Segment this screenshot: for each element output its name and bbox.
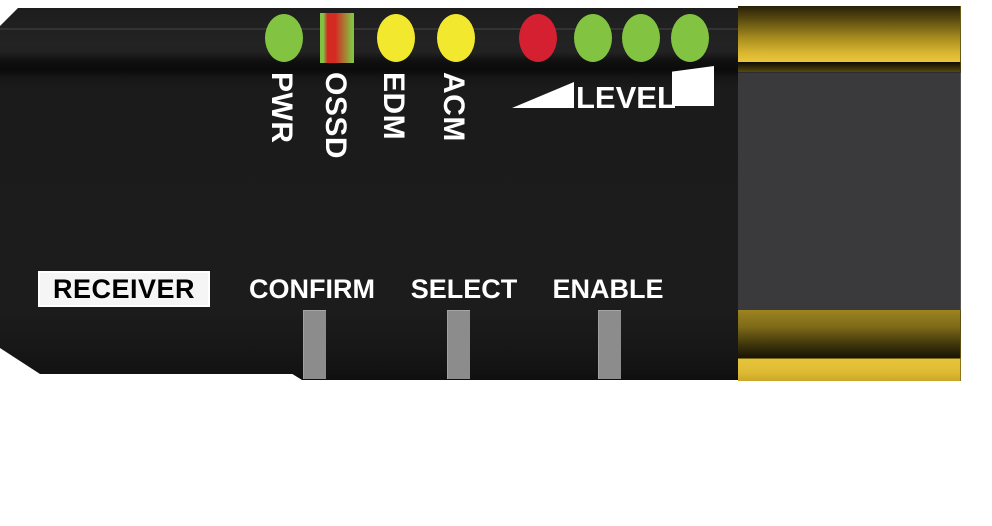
button-label-enable: ENABLE (552, 274, 664, 304)
led-ossd (320, 13, 354, 63)
indicator-label-pwr: PWR (265, 72, 298, 144)
button-select[interactable] (447, 310, 470, 379)
connector-gold-top-band (738, 6, 961, 62)
connector-gold-bottom-band (738, 310, 961, 358)
device-panel-diagram: PWR OSSD EDM ACM LEVEL RECEIVER CONFIRM SELE… (0, 0, 992, 526)
connector-face-panel (738, 72, 961, 311)
level-block-icon (672, 66, 714, 106)
led-level2 (574, 14, 612, 62)
connector-gold-top-shadow (738, 62, 961, 72)
led-level1 (519, 14, 557, 62)
device-body-upper (0, 8, 740, 374)
receiver-badge: RECEIVER (38, 271, 210, 307)
button-label-select: SELECT (410, 274, 518, 304)
indicator-label-edm: EDM (377, 72, 410, 141)
led-acm (437, 14, 475, 62)
led-pwr (265, 14, 303, 62)
indicator-label-ossd: OSSD (319, 72, 352, 160)
level-label: LEVEL (576, 80, 676, 115)
connector-gold-bottom-strip (738, 358, 961, 381)
led-edm (377, 14, 415, 62)
button-enable[interactable] (598, 310, 621, 379)
receiver-badge-label: RECEIVER (52, 273, 196, 304)
button-confirm[interactable] (303, 310, 326, 379)
button-label-confirm: CONFIRM (249, 274, 375, 304)
led-level4 (671, 14, 709, 62)
indicator-label-acm: ACM (437, 72, 470, 142)
led-level3 (622, 14, 660, 62)
